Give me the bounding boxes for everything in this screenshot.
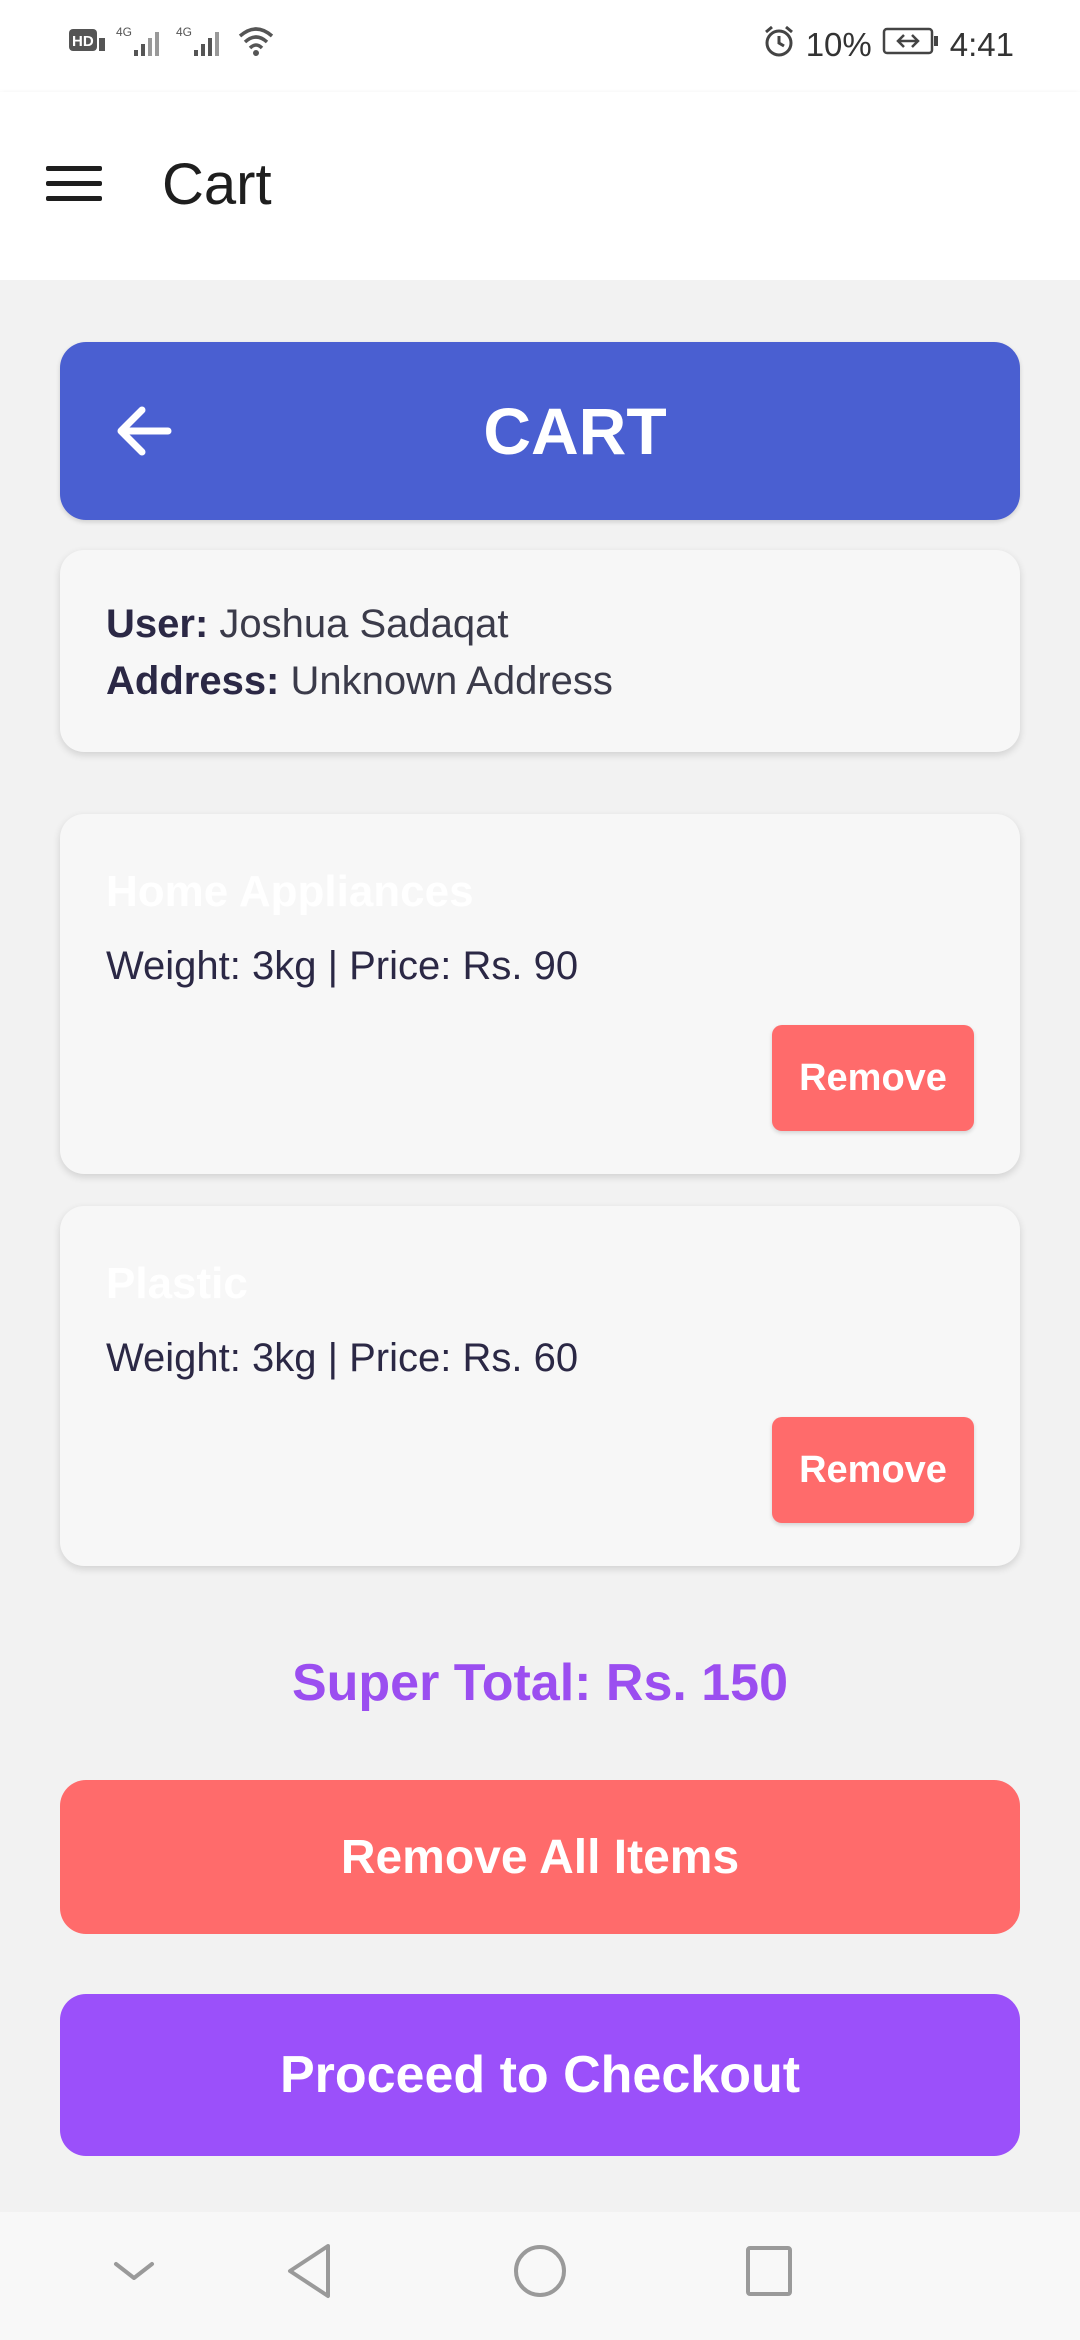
remove-item-button[interactable]: Remove [772,1417,974,1523]
status-time: 4:41 [949,26,1014,63]
app-bar-title: Cart [162,152,272,217]
address-label: Address: [106,659,280,703]
app-bar: Cart [0,92,1080,280]
super-total: Super Total: Rs. 150 [291,1654,789,1712]
signal-icon: 4G [176,24,228,63]
remove-item-button[interactable]: Remove [772,1025,974,1131]
cart-content: CART User: Joshua Sadaqat Address: Unkno… [0,280,1080,2212]
signal-icon: 4G [116,24,168,63]
cart-item-card: Home Appliances Weight: 3kg | Price: Rs.… [60,814,1020,1174]
signal-label-1: 4G [116,25,132,39]
user-label: User: [106,602,209,646]
hd-icon: HD [68,26,108,61]
status-bar: HD 4G 4G 10% 4:41 [0,0,1080,92]
back-triangle-icon[interactable] [284,2242,334,2305]
alarm-icon [762,24,796,66]
user-info-card: User: Joshua Sadaqat Address: Unknown Ad… [60,550,1020,752]
cart-header-banner: CART [60,342,1020,520]
status-right: 10% 4:41 [762,24,1014,66]
address-row: Address: Unknown Address [106,657,613,705]
home-circle-icon[interactable] [512,2242,568,2305]
proceed-to-checkout-button[interactable]: Proceed to Checkout [60,1994,1020,2156]
chevron-down-icon[interactable] [110,2256,158,2291]
cart-item-detail: Weight: 3kg | Price: Rs. 90 [106,944,579,988]
user-row: User: Joshua Sadaqat [106,600,509,648]
signal-label-2: 4G [176,25,192,39]
cart-item-name: Home Appliances [106,867,474,916]
cart-item-detail: Weight: 3kg | Price: Rs. 60 [106,1336,579,1380]
cart-header-title: CART [483,394,667,468]
cart-item-name: Plastic [106,1259,248,1308]
cart-item-card: Plastic Weight: 3kg | Price: Rs. 60 Remo… [60,1206,1020,1566]
address-value: Unknown Address [290,659,613,703]
battery-charging-icon [882,26,940,64]
system-nav-bar [0,2212,1080,2340]
recents-square-icon[interactable] [744,2242,794,2305]
user-name: Joshua Sadaqat [219,602,509,646]
battery-percent: 10% [805,26,872,63]
status-left: HD 4G 4G [68,24,276,63]
hd-badge-text: HD [72,33,94,50]
wifi-icon [236,24,276,63]
remove-all-items-button[interactable]: Remove All Items [60,1780,1020,1934]
hamburger-menu-icon[interactable] [46,162,102,206]
